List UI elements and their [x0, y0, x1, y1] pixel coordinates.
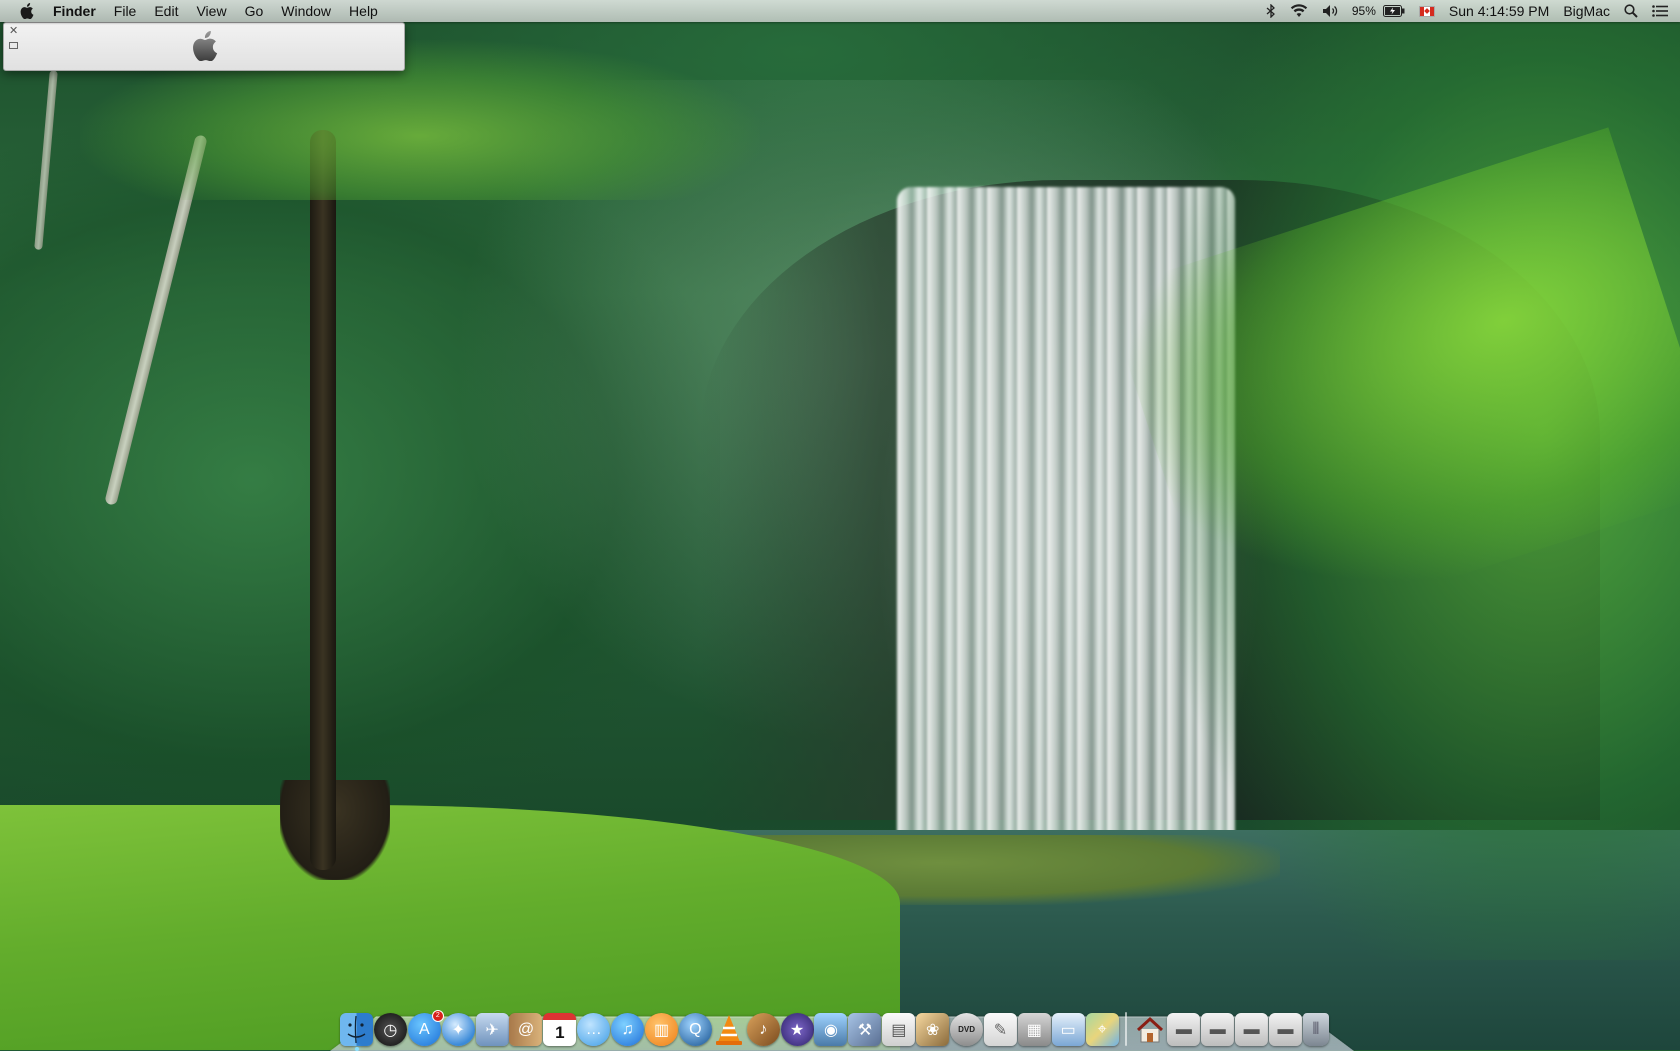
volume-icon[interactable] [1315, 0, 1345, 22]
panel-close-icon[interactable]: ✕ [9, 26, 18, 37]
app-store-badge: 2 [431, 1010, 444, 1022]
input-source-flag-icon[interactable] [1412, 0, 1442, 22]
user-name-menu[interactable]: BigMac [1556, 0, 1617, 22]
dock-separator [1125, 1012, 1128, 1046]
panel-minimize-icon[interactable] [9, 42, 18, 49]
menu-finder[interactable]: Finder [44, 0, 105, 22]
mail-icon[interactable]: ✈ [475, 1013, 509, 1046]
menu-file[interactable]: File [105, 0, 146, 22]
finder-icon[interactable] [340, 1013, 373, 1051]
menu-view[interactable]: View [187, 0, 235, 22]
preview-icon[interactable]: ▤ [882, 1013, 916, 1046]
bluetooth-icon[interactable] [1259, 0, 1283, 22]
maps-icon[interactable]: ⌖ [1085, 1013, 1119, 1046]
script-editor-icon[interactable]: ✎ [983, 1013, 1017, 1046]
menu-clock[interactable]: Sun 4:14:59 PM [1442, 0, 1556, 22]
apple-menu-icon[interactable] [16, 0, 38, 22]
dock: ◷ A2 ✦ ✈ @ 1 … ♫ ▥ Q ♪ ★ ◉ ⚒ ▤ ❀ DVD ✎ ▦… [340, 1006, 1350, 1051]
system-information-icon[interactable]: ▭ [1051, 1013, 1085, 1046]
dvd-player-icon[interactable]: DVD [950, 1013, 984, 1046]
dvd-label: DVD [958, 1025, 975, 1034]
menu-help[interactable]: Help [340, 0, 387, 22]
spotlight-icon[interactable] [1617, 0, 1645, 22]
menu-window[interactable]: Window [272, 0, 340, 22]
downloads-stack-icon[interactable]: ▬ [1167, 1013, 1201, 1046]
applications-stack-icon[interactable]: ▬ [1235, 1013, 1269, 1046]
itunes-icon[interactable]: ♫ [611, 1013, 645, 1046]
calendar-icon[interactable]: 1 [543, 1013, 577, 1046]
messages-icon[interactable]: … [577, 1013, 611, 1046]
battery-percent[interactable]: 95% [1345, 0, 1383, 22]
documents-stack-icon[interactable]: ▬ [1201, 1013, 1235, 1046]
safari-icon[interactable]: ✦ [441, 1013, 475, 1046]
app-store-icon[interactable]: A2 [407, 1010, 444, 1046]
contacts-icon[interactable]: @ [509, 1013, 543, 1046]
wifi-icon[interactable] [1283, 0, 1315, 22]
status-menus: 95% Sun 4:14:59 PM BigMac [1259, 0, 1680, 22]
calendar-day: 1 [555, 1023, 565, 1042]
wallpaper-tree-trunk [310, 130, 336, 870]
calculator-icon[interactable]: ▦ [1017, 1013, 1051, 1046]
menu-edit[interactable]: Edit [145, 0, 187, 22]
photo-booth-icon[interactable]: ◉ [814, 1013, 848, 1046]
vlc-icon[interactable] [713, 1013, 746, 1046]
ibooks-icon[interactable]: ▥ [645, 1013, 679, 1046]
menu-go[interactable]: Go [236, 0, 273, 22]
iphoto-icon[interactable]: ❀ [916, 1013, 950, 1046]
floating-panel-window[interactable]: ✕ [3, 22, 405, 71]
imovie-icon[interactable]: ★ [780, 1013, 814, 1046]
recent-stack-icon[interactable]: ▬ [1269, 1013, 1303, 1046]
notification-center-icon[interactable] [1645, 0, 1680, 22]
garageband-icon[interactable]: ♪ [746, 1013, 780, 1046]
xcode-icon[interactable]: ⚒ [848, 1013, 882, 1046]
apple-logo-icon [191, 31, 219, 62]
dashboard-icon[interactable]: ◷ [373, 1013, 407, 1046]
trash-icon[interactable]: ⦀ [1302, 1013, 1329, 1046]
running-indicator [354, 1047, 359, 1051]
battery-icon[interactable] [1382, 0, 1412, 22]
home-icon[interactable] [1133, 1013, 1166, 1046]
quicktime-icon[interactable]: Q [678, 1013, 712, 1046]
desktop-wallpaper[interactable] [0, 0, 1680, 1050]
menu-bar: Finder File Edit View Go Window Help 95%… [0, 0, 1680, 22]
